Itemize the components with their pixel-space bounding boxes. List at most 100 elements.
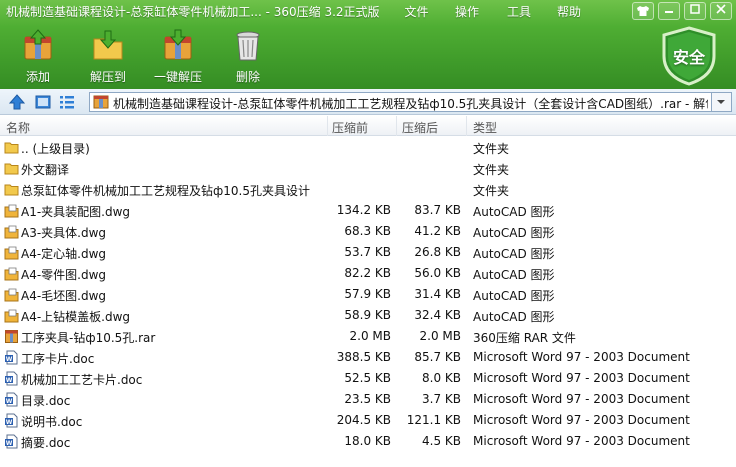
file-name: 工序卡片.doc <box>21 352 95 366</box>
file-row[interactable]: A3-夹具体.dwg 68.3 KB 41.2 KB AutoCAD 图形 <box>0 221 736 242</box>
parent-folder-icon <box>4 142 19 154</box>
window-controls <box>632 2 732 20</box>
file-row[interactable]: A4-定心轴.dwg 53.7 KB 26.8 KB AutoCAD 图形 <box>0 242 736 263</box>
list-view-icon[interactable] <box>58 93 76 111</box>
file-name: A4-定心轴.dwg <box>21 247 107 261</box>
file-original-size: 58.9 KB <box>344 308 391 322</box>
extract-to-icon <box>93 30 123 60</box>
file-row[interactable]: .. (上级目录) 文件夹 <box>0 137 736 158</box>
file-type: 文件夹 <box>473 163 510 177</box>
chevron-down-icon <box>717 100 725 104</box>
close-icon <box>716 4 726 14</box>
svg-text:W: W <box>6 419 13 426</box>
close-button[interactable] <box>710 2 732 20</box>
one-click-extract-button-label: 一键解压 <box>153 70 202 84</box>
word-document-icon: W <box>5 434 18 449</box>
word-document-icon: W <box>5 350 18 365</box>
file-row[interactable]: W 摘要.doc 18.0 KB 4.5 KB Microsoft Word 97 - … <box>0 431 736 452</box>
one-click-extract-icon <box>164 29 192 60</box>
word-document-icon: W <box>5 371 18 386</box>
rar-archive-icon <box>5 330 18 343</box>
security-badge[interactable]: 安全 <box>660 26 718 86</box>
svg-text:W: W <box>6 377 13 384</box>
file-compressed-size: 26.8 KB <box>414 245 461 259</box>
path-field[interactable]: 机械制造基础课程设计-总泵缸体零件机械加工工艺规程及钻ф10.5孔夹具设计（全套… <box>89 92 712 112</box>
autocad-file-icon <box>4 267 19 281</box>
file-name: 工序夹具-钻ф10.5孔.rar <box>21 331 156 345</box>
file-row[interactable]: W 工序卡片.doc 388.5 KB 85.7 KB Microsoft Word 9… <box>0 347 736 368</box>
app-window: 机械制造基础课程设计-总泵缸体零件机械加工... - 360压缩 3.2正式版 … <box>0 0 736 467</box>
file-row[interactable]: W 说明书.doc 204.5 KB 121.1 KB Microsoft Word 9… <box>0 410 736 431</box>
file-original-size: 52.5 KB <box>344 371 391 385</box>
path-dropdown-button[interactable] <box>712 92 732 112</box>
file-type: AutoCAD 图形 <box>473 268 555 282</box>
delete-button[interactable]: 删除 <box>218 26 278 86</box>
skin-button[interactable] <box>632 2 654 20</box>
minimize-button[interactable] <box>658 2 680 20</box>
svg-text:W: W <box>6 440 13 447</box>
column-divider[interactable] <box>466 116 467 136</box>
folder-icon <box>4 163 19 175</box>
file-compressed-size: 31.4 KB <box>414 287 461 301</box>
extract-to-button[interactable]: 解压到 <box>78 26 138 86</box>
file-original-size: 18.0 KB <box>344 434 391 448</box>
column-divider[interactable] <box>327 116 328 136</box>
autocad-file-icon <box>4 246 19 260</box>
file-original-size: 53.7 KB <box>344 245 391 259</box>
column-name[interactable]: 名称 <box>6 119 30 135</box>
column-compressed-size[interactable]: 压缩后 <box>402 119 438 135</box>
file-original-size: 388.5 KB <box>336 350 391 364</box>
file-row[interactable]: A4-毛坯图.dwg 57.9 KB 31.4 KB AutoCAD 图形 <box>0 284 736 305</box>
autocad-file-icon <box>4 204 19 218</box>
file-compressed-size: 3.7 KB <box>422 392 461 406</box>
file-type: Microsoft Word 97 - 2003 Document <box>473 434 690 448</box>
menu-operation[interactable]: 操作 <box>454 3 480 21</box>
column-type[interactable]: 类型 <box>473 119 497 135</box>
file-row[interactable]: W 目录.doc 23.5 KB 3.7 KB Microsoft Word 97 - … <box>0 389 736 410</box>
file-type: AutoCAD 图形 <box>473 310 555 324</box>
address-bar: 机械制造基础课程设计-总泵缸体零件机械加工工艺规程及钻ф10.5孔夹具设计（全套… <box>0 89 736 115</box>
menu-tools[interactable]: 工具 <box>506 3 532 21</box>
menu-help[interactable]: 帮助 <box>556 3 582 21</box>
file-row[interactable]: W 机械加工工艺卡片.doc 52.5 KB 8.0 KB Microsoft Word… <box>0 368 736 389</box>
file-row[interactable]: 工序夹具-钻ф10.5孔.rar 2.0 MB 2.0 MB 360压缩 RAR 文件 <box>0 326 736 347</box>
file-type: Microsoft Word 97 - 2003 Document <box>473 392 690 406</box>
file-original-size: 134.2 KB <box>336 203 391 217</box>
window-title: 机械制造基础课程设计-总泵缸体零件机械加工... - 360压缩 3.2正式版 <box>6 5 380 19</box>
file-original-size: 2.0 MB <box>349 329 391 343</box>
add-archive-icon <box>24 29 52 60</box>
security-badge-label: 安全 <box>672 48 705 67</box>
minimize-icon <box>665 11 673 13</box>
file-row[interactable]: A4-上钻模盖板.dwg 58.9 KB 32.4 KB AutoCAD 图形 <box>0 305 736 326</box>
file-original-size: 23.5 KB <box>344 392 391 406</box>
file-original-size: 82.2 KB <box>344 266 391 280</box>
file-row[interactable]: 总泵缸体零件机械加工工艺规程及钻ф10.5孔夹具设计 文件夹 <box>0 179 736 200</box>
menu-file[interactable]: 文件 <box>404 3 429 21</box>
large-icon-view-icon[interactable] <box>34 93 52 111</box>
add-button-label: 添加 <box>25 70 50 84</box>
file-name: 摘要.doc <box>21 436 71 450</box>
file-compressed-size: 85.7 KB <box>414 350 461 364</box>
file-name: A4-上钻模盖板.dwg <box>21 310 131 324</box>
file-compressed-size: 56.0 KB <box>414 266 461 280</box>
archive-file-icon <box>93 95 109 109</box>
maximize-icon <box>690 4 700 14</box>
file-type: 文件夹 <box>473 142 510 156</box>
up-arrow-icon[interactable] <box>8 93 26 111</box>
maximize-button[interactable] <box>684 2 706 20</box>
column-original-size[interactable]: 压缩前 <box>332 119 368 135</box>
file-row[interactable]: 外文翻译 文件夹 <box>0 158 736 179</box>
autocad-file-icon <box>4 288 19 302</box>
one-click-extract-button[interactable]: 一键解压 <box>148 26 208 86</box>
autocad-file-icon <box>4 309 19 323</box>
file-type: Microsoft Word 97 - 2003 Document <box>473 350 690 364</box>
path-text: 机械制造基础课程设计-总泵缸体零件机械加工工艺规程及钻ф10.5孔夹具设计（全套… <box>113 97 708 111</box>
delete-button-label: 删除 <box>235 70 260 84</box>
add-button[interactable]: 添加 <box>8 26 68 86</box>
column-divider[interactable] <box>396 116 397 136</box>
file-type: 文件夹 <box>473 184 510 198</box>
file-original-size: 57.9 KB <box>344 287 391 301</box>
file-row[interactable]: A1-夹具装配图.dwg 134.2 KB 83.7 KB AutoCAD 图形 <box>0 200 736 221</box>
file-type: 360压缩 RAR 文件 <box>473 331 576 345</box>
file-row[interactable]: A4-零件图.dwg 82.2 KB 56.0 KB AutoCAD 图形 <box>0 263 736 284</box>
